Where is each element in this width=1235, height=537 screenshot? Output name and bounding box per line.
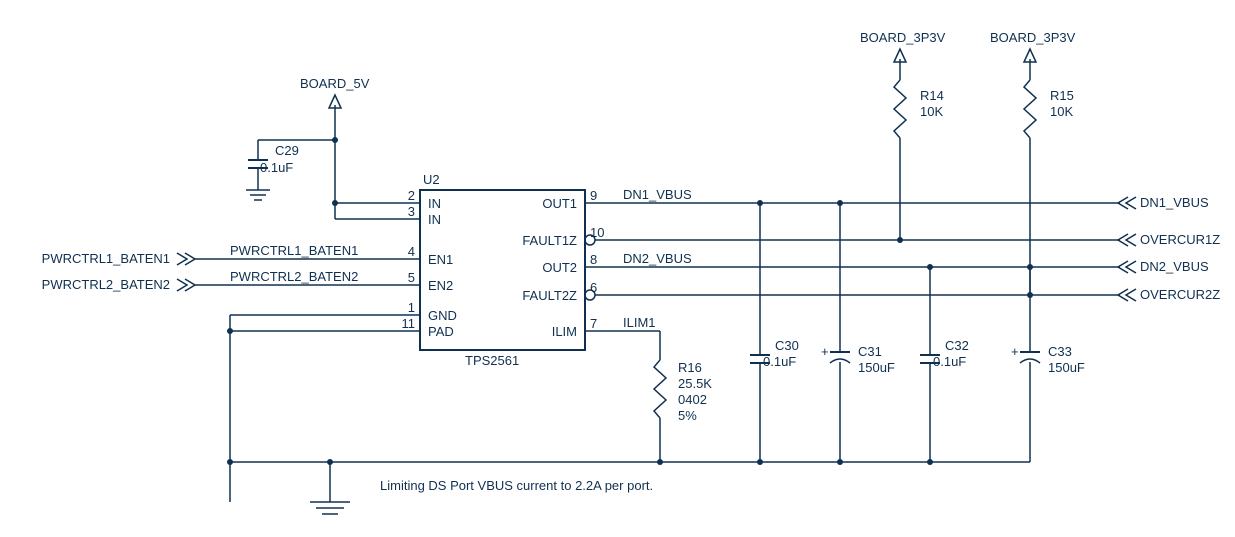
pinnum-3: 3 <box>408 204 415 219</box>
c33-plus: + <box>1011 344 1019 359</box>
u2-ref: U2 <box>423 172 440 187</box>
note-text: Limiting DS Port VBUS current to 2.2A pe… <box>380 478 653 493</box>
port-pwrctrl1: PWRCTRL1_BATEN1 <box>42 251 170 266</box>
schematic: U2 TPS2561 IN IN EN1 EN2 GND PAD OUT1 FA… <box>0 0 1235 537</box>
pinnum-1: 1 <box>408 300 415 315</box>
r16-icon <box>654 360 666 418</box>
r16-tol: 5% <box>678 408 697 423</box>
r16-ref: R16 <box>678 360 702 375</box>
pinnum-7: 7 <box>590 316 597 331</box>
pin-gnd: GND <box>428 308 457 323</box>
net-dn2: DN2_VBUS <box>623 251 692 266</box>
r14-icon <box>894 80 906 138</box>
port-pwrctrl2: PWRCTRL2_BATEN2 <box>42 277 170 292</box>
power-5v-label: BOARD_5V <box>300 76 370 91</box>
pin-f1: FAULT1Z <box>522 233 577 248</box>
power-3v3-a: BOARD_3P3V <box>860 30 946 45</box>
c32-ref: C32 <box>945 338 969 353</box>
r15-val: 10K <box>1050 104 1073 119</box>
c33-ref: C33 <box>1048 344 1072 359</box>
pinnum-10: 10 <box>590 225 604 240</box>
pinnum-4: 4 <box>408 244 415 259</box>
port-dn2: DN2_VBUS <box>1140 259 1209 274</box>
c33-val: 150uF <box>1048 360 1085 375</box>
c31-ref: C31 <box>858 344 882 359</box>
pin-en1: EN1 <box>428 252 453 267</box>
pin-out1: OUT1 <box>542 196 577 211</box>
pinnum-5: 5 <box>408 270 415 285</box>
pinnum-8: 8 <box>590 252 597 267</box>
c32-val: 0.1uF <box>933 354 966 369</box>
c31-plus: + <box>821 344 829 359</box>
r14-val: 10K <box>920 104 943 119</box>
r16-val: 25.5K <box>678 376 712 391</box>
pin-in-a: IN <box>428 196 441 211</box>
gnd-icon-main <box>310 502 350 514</box>
gnd-icon-c29 <box>246 190 270 200</box>
net-ilim: ILIM1 <box>623 315 656 330</box>
pinnum-2: 2 <box>408 188 415 203</box>
port-right-icon <box>1118 197 1136 301</box>
net-dn1: DN1_VBUS <box>623 187 692 202</box>
pin-pad: PAD <box>428 324 454 339</box>
port-dn1: DN1_VBUS <box>1140 195 1209 210</box>
power-3v3-b: BOARD_3P3V <box>990 30 1076 45</box>
pin-f2: FAULT2Z <box>522 288 577 303</box>
c30-val: 0.1uF <box>763 354 796 369</box>
port-oc2: OVERCUR2Z <box>1140 287 1220 302</box>
net-pwrctrl2: PWRCTRL2_BATEN2 <box>230 269 358 284</box>
c31-val: 150uF <box>858 360 895 375</box>
pin-ilim: ILIM <box>552 324 577 339</box>
r15-icon <box>1024 80 1036 138</box>
pinnum-11: 11 <box>402 316 416 331</box>
r14-ref: R14 <box>920 88 944 103</box>
pin-in-b: IN <box>428 212 441 227</box>
c30-ref: C30 <box>775 338 799 353</box>
r16-pkg: 0402 <box>678 392 707 407</box>
port-oc1: OVERCUR1Z <box>1140 232 1220 247</box>
u2-type: TPS2561 <box>465 353 519 368</box>
c29-val: 0.1uF <box>260 160 293 175</box>
r15-ref: R15 <box>1050 88 1074 103</box>
pin-out2: OUT2 <box>542 260 577 275</box>
pinnum-9: 9 <box>590 188 597 203</box>
pin-en2: EN2 <box>428 278 453 293</box>
c29-ref: C29 <box>275 143 299 158</box>
net-pwrctrl1: PWRCTRL1_BATEN1 <box>230 243 358 258</box>
